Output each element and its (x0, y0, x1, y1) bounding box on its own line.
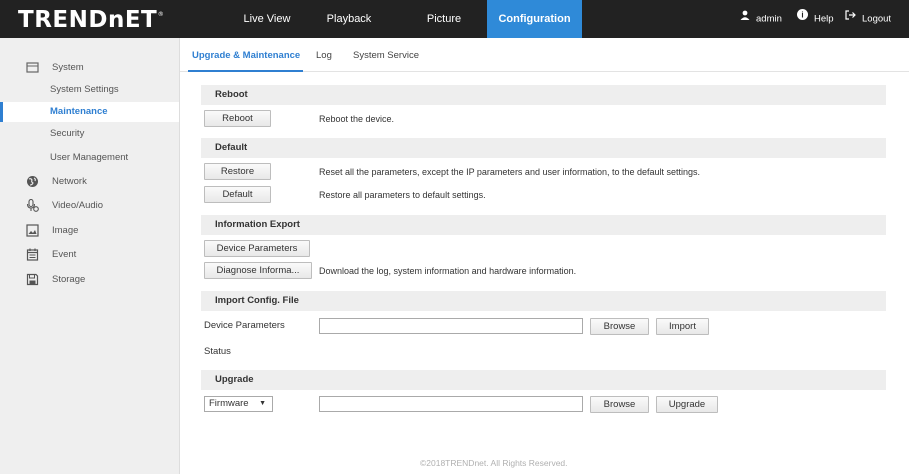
monitor-icon (26, 61, 39, 74)
disk-icon (26, 273, 39, 286)
tab-log[interactable]: Log (316, 50, 332, 61)
status-label: Status (204, 346, 231, 357)
microphone-icon (26, 198, 39, 212)
upgrade-section-header: Upgrade (201, 370, 886, 390)
tab-system-service[interactable]: System Service (353, 50, 419, 61)
sidebar-item-storage[interactable]: Storage (0, 270, 179, 290)
trendnet-logo: TRENDnET ® (18, 7, 165, 33)
default-description: Restore all parameters to default settin… (319, 190, 486, 200)
upgrade-browse-button[interactable]: Browse (590, 396, 649, 413)
image-icon (26, 224, 39, 237)
default-section-header: Default (201, 138, 886, 158)
restore-button[interactable]: Restore (204, 163, 271, 180)
dropdown-arrow-icon: ▼ (259, 400, 266, 407)
copyright-footer: ©2018TRENDnet. All Rights Reserved. (420, 458, 568, 468)
diagnose-description: Download the log, system information and… (319, 266, 577, 276)
sidebar-item-system-settings[interactable]: System Settings (0, 80, 179, 100)
sidebar-item-image[interactable]: Image (0, 221, 179, 241)
sidebar-item-system[interactable]: System (0, 58, 179, 78)
diagnose-information-button[interactable]: Diagnose Informa... (204, 262, 312, 279)
logout-link[interactable]: Logout (845, 0, 891, 38)
user-icon (740, 0, 750, 37)
config-file-path-field[interactable] (319, 318, 583, 334)
sidebar: System System Settings Maintenance Secur… (0, 38, 180, 474)
import-browse-button[interactable]: Browse (590, 318, 649, 335)
sidebar-item-maintenance[interactable]: Maintenance (0, 102, 179, 122)
logout-label: Logout (862, 13, 892, 25)
upgrade-type-select[interactable]: Firmware ▼ (204, 396, 273, 412)
import-button[interactable]: Import (656, 318, 709, 335)
sidebar-item-event[interactable]: Event (0, 245, 179, 265)
sidebar-item-security[interactable]: Security (0, 124, 179, 144)
information-export-section-header: Information Export (201, 215, 886, 235)
help-label: Help (814, 13, 834, 25)
tab-live-view[interactable]: Live View (230, 0, 304, 38)
reboot-button[interactable]: Reboot (204, 110, 271, 127)
globe-icon (26, 175, 39, 188)
sidebar-item-user-management[interactable]: User Management (0, 148, 179, 168)
device-parameters-export-button[interactable]: Device Parameters (204, 240, 310, 257)
import-config-section-header: Import Config. File (201, 291, 886, 311)
top-navigation-bar: TRENDnET ® Live View Playback Picture Con… (0, 0, 909, 38)
tab-upgrade-maintenance[interactable]: Upgrade & Maintenance (192, 50, 300, 61)
sidebar-item-network[interactable]: Network (0, 172, 179, 192)
reboot-section-header: Reboot (201, 85, 886, 105)
upgrade-button[interactable]: Upgrade (656, 396, 718, 413)
user-menu[interactable]: admin (740, 0, 782, 38)
sidebar-item-video-audio[interactable]: Video/Audio (0, 196, 179, 216)
active-tab-indicator (188, 70, 303, 72)
tab-configuration[interactable]: Configuration (487, 0, 582, 38)
calendar-icon (26, 248, 39, 261)
tab-playback[interactable]: Playback (312, 0, 386, 38)
user-name: admin (756, 13, 782, 25)
help-link[interactable]: i Help (797, 0, 834, 38)
device-parameters-label: Device Parameters (204, 320, 285, 331)
restore-description: Reset all the parameters, except the IP … (319, 167, 701, 177)
svg-text:i: i (801, 11, 803, 20)
logout-icon (845, 0, 856, 37)
tab-picture[interactable]: Picture (407, 0, 481, 38)
reboot-description: Reboot the device. (319, 114, 395, 124)
firmware-file-path-field[interactable] (319, 396, 583, 412)
sub-tab-bar: Upgrade & Maintenance Log System Service (180, 38, 909, 72)
help-icon: i (797, 0, 808, 37)
default-button[interactable]: Default (204, 186, 271, 203)
